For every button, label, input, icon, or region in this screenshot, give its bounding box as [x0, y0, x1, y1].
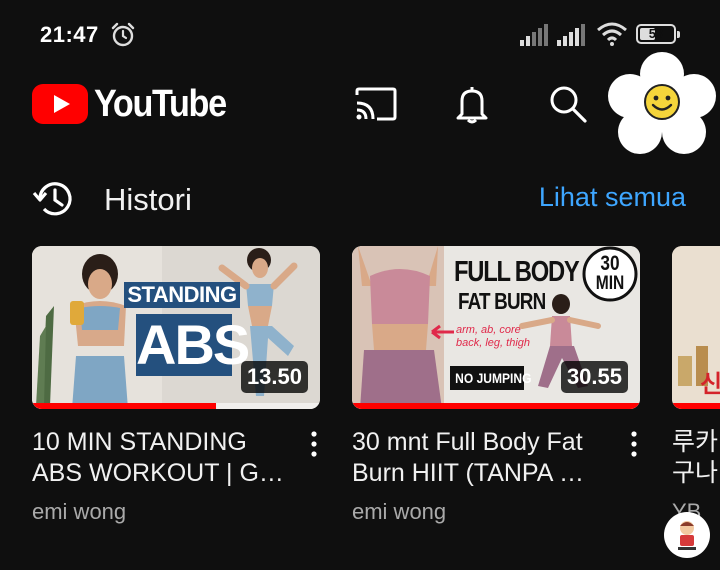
video-title[interactable]: 30 mnt Full Body Fat Burn HIIT (TANPA … [352, 427, 612, 489]
search-button[interactable] [546, 82, 590, 126]
account-avatar[interactable] [606, 52, 718, 158]
wifi-icon [597, 22, 627, 46]
channel-name[interactable]: emi wong [32, 499, 320, 525]
video-card[interactable]: 신 루카 구나 YB [672, 246, 720, 525]
thumbnail-badge-number: 30 [600, 252, 620, 275]
video-thumbnail[interactable]: FULL BODY FAT BURN 30 MIN arm, ab, core … [352, 246, 640, 409]
bell-icon [456, 87, 488, 124]
video-duration: 13.50 [240, 361, 308, 393]
section-title: Histori [104, 182, 192, 217]
thumbnail-text-line1: FULL BODY [454, 256, 580, 288]
video-duration: 30.55 [560, 361, 628, 393]
video-title[interactable]: 10 MIN STANDING ABS WORKOUT | G… [32, 427, 292, 489]
video-title[interactable]: 루카 구나 [672, 427, 720, 489]
watch-progress-track [352, 403, 640, 409]
thumbnail-badge-unit: MIN [595, 273, 625, 294]
thumbnail-text-line1: 신 [700, 371, 720, 398]
watch-progress-track [32, 403, 320, 409]
thumbnail-text-line1: STANDING [127, 282, 237, 307]
signal-icon-sim1 [520, 24, 548, 46]
notifications-button[interactable] [450, 82, 494, 126]
more-options-icon[interactable] [304, 430, 324, 460]
battery-tip [677, 31, 680, 38]
clock-time: 21:47 [40, 22, 99, 47]
video-card[interactable]: FULL BODY FAT BURN 30 MIN arm, ab, core … [352, 246, 640, 525]
watch-progress-track [672, 403, 720, 409]
cast-button[interactable] [354, 82, 398, 126]
video-card[interactable]: STANDING ABS 13.50 10 MIN STANDING ABS W… [32, 246, 320, 525]
history-icon [32, 182, 72, 216]
see-all-link[interactable]: Lihat semua [539, 182, 686, 213]
thumbnail-text-line2: FAT BURN [458, 288, 546, 314]
alarm-icon [111, 22, 135, 47]
channel-name[interactable]: emi wong [352, 499, 640, 525]
more-options-icon[interactable] [624, 430, 644, 460]
youtube-logo[interactable]: YouTube [32, 82, 240, 126]
floating-mascot-badge[interactable] [664, 512, 710, 558]
search-icon [550, 86, 587, 123]
watch-progress-fill [352, 403, 640, 409]
signal-icon-sim2 [557, 24, 585, 46]
battery-indicator: 53 [636, 24, 680, 44]
watch-progress-fill [672, 403, 720, 409]
thumbnail-tag: NO JUMPING [455, 370, 532, 386]
thumbnail-note: arm, ab, core back, leg, thigh [456, 324, 530, 349]
logo-wordmark: YouTube [94, 82, 227, 125]
video-thumbnail[interactable]: STANDING ABS 13.50 [32, 246, 320, 409]
thumbnail-text-line2: ABS [136, 313, 250, 376]
youtube-play-logo-icon [32, 84, 88, 124]
watch-progress-fill [32, 403, 217, 409]
cast-icon [355, 87, 397, 121]
video-thumbnail[interactable]: 신 [672, 246, 720, 409]
mascot-icon [678, 521, 696, 550]
battery-percent: 53 [648, 26, 664, 41]
